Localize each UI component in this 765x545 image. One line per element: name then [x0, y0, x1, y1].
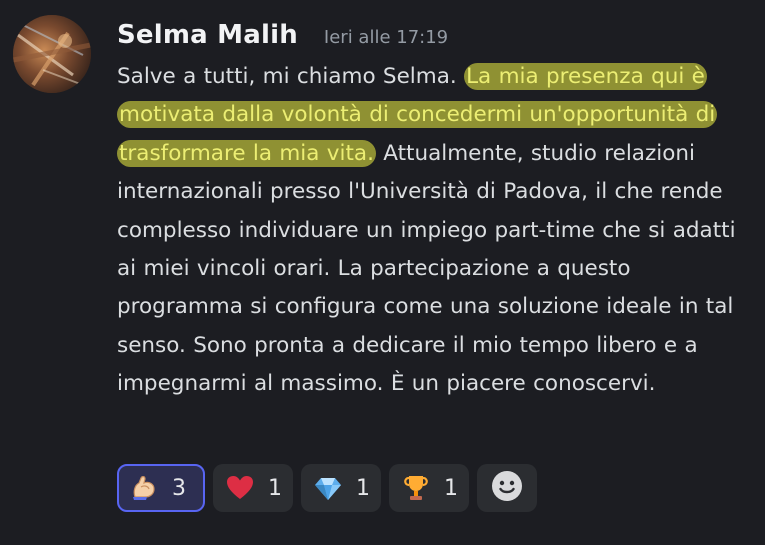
reaction-count: 1	[444, 475, 458, 501]
avatar-image	[13, 15, 91, 93]
trophy-icon	[400, 472, 432, 504]
add-reaction-button[interactable]	[477, 464, 537, 512]
reaction-count: 1	[356, 475, 370, 501]
red-heart-icon	[224, 472, 256, 504]
message-header: Selma Malih Ieri alle 17:19	[117, 20, 448, 60]
user-avatar[interactable]	[13, 15, 91, 93]
reactions-bar: 3 1 1 1	[117, 464, 537, 512]
author-name[interactable]: Selma Malih	[117, 20, 298, 50]
reaction-count: 3	[172, 475, 186, 501]
message-text-rest: Attualmente, studio relazioni internazio…	[117, 140, 736, 397]
reaction-red-heart[interactable]: 1	[213, 464, 293, 512]
message-body: Salve a tutti, mi chiamo Selma. La mia p…	[117, 58, 752, 404]
message-text-intro: Salve a tutti, mi chiamo Selma.	[117, 64, 465, 89]
add-reaction-smiley-icon	[490, 469, 524, 507]
reaction-count: 1	[268, 475, 282, 501]
reaction-trophy[interactable]: 1	[389, 464, 469, 512]
message-timestamp: Ieri alle 17:19	[323, 27, 449, 48]
reaction-flexed-biceps[interactable]: 3	[117, 464, 205, 512]
flexed-biceps-icon	[128, 472, 160, 504]
chat-view: Selma Malih Ieri alle 17:19 Salve a tutt…	[0, 0, 765, 545]
gem-stone-icon	[312, 472, 344, 504]
reaction-gem-stone[interactable]: 1	[301, 464, 381, 512]
